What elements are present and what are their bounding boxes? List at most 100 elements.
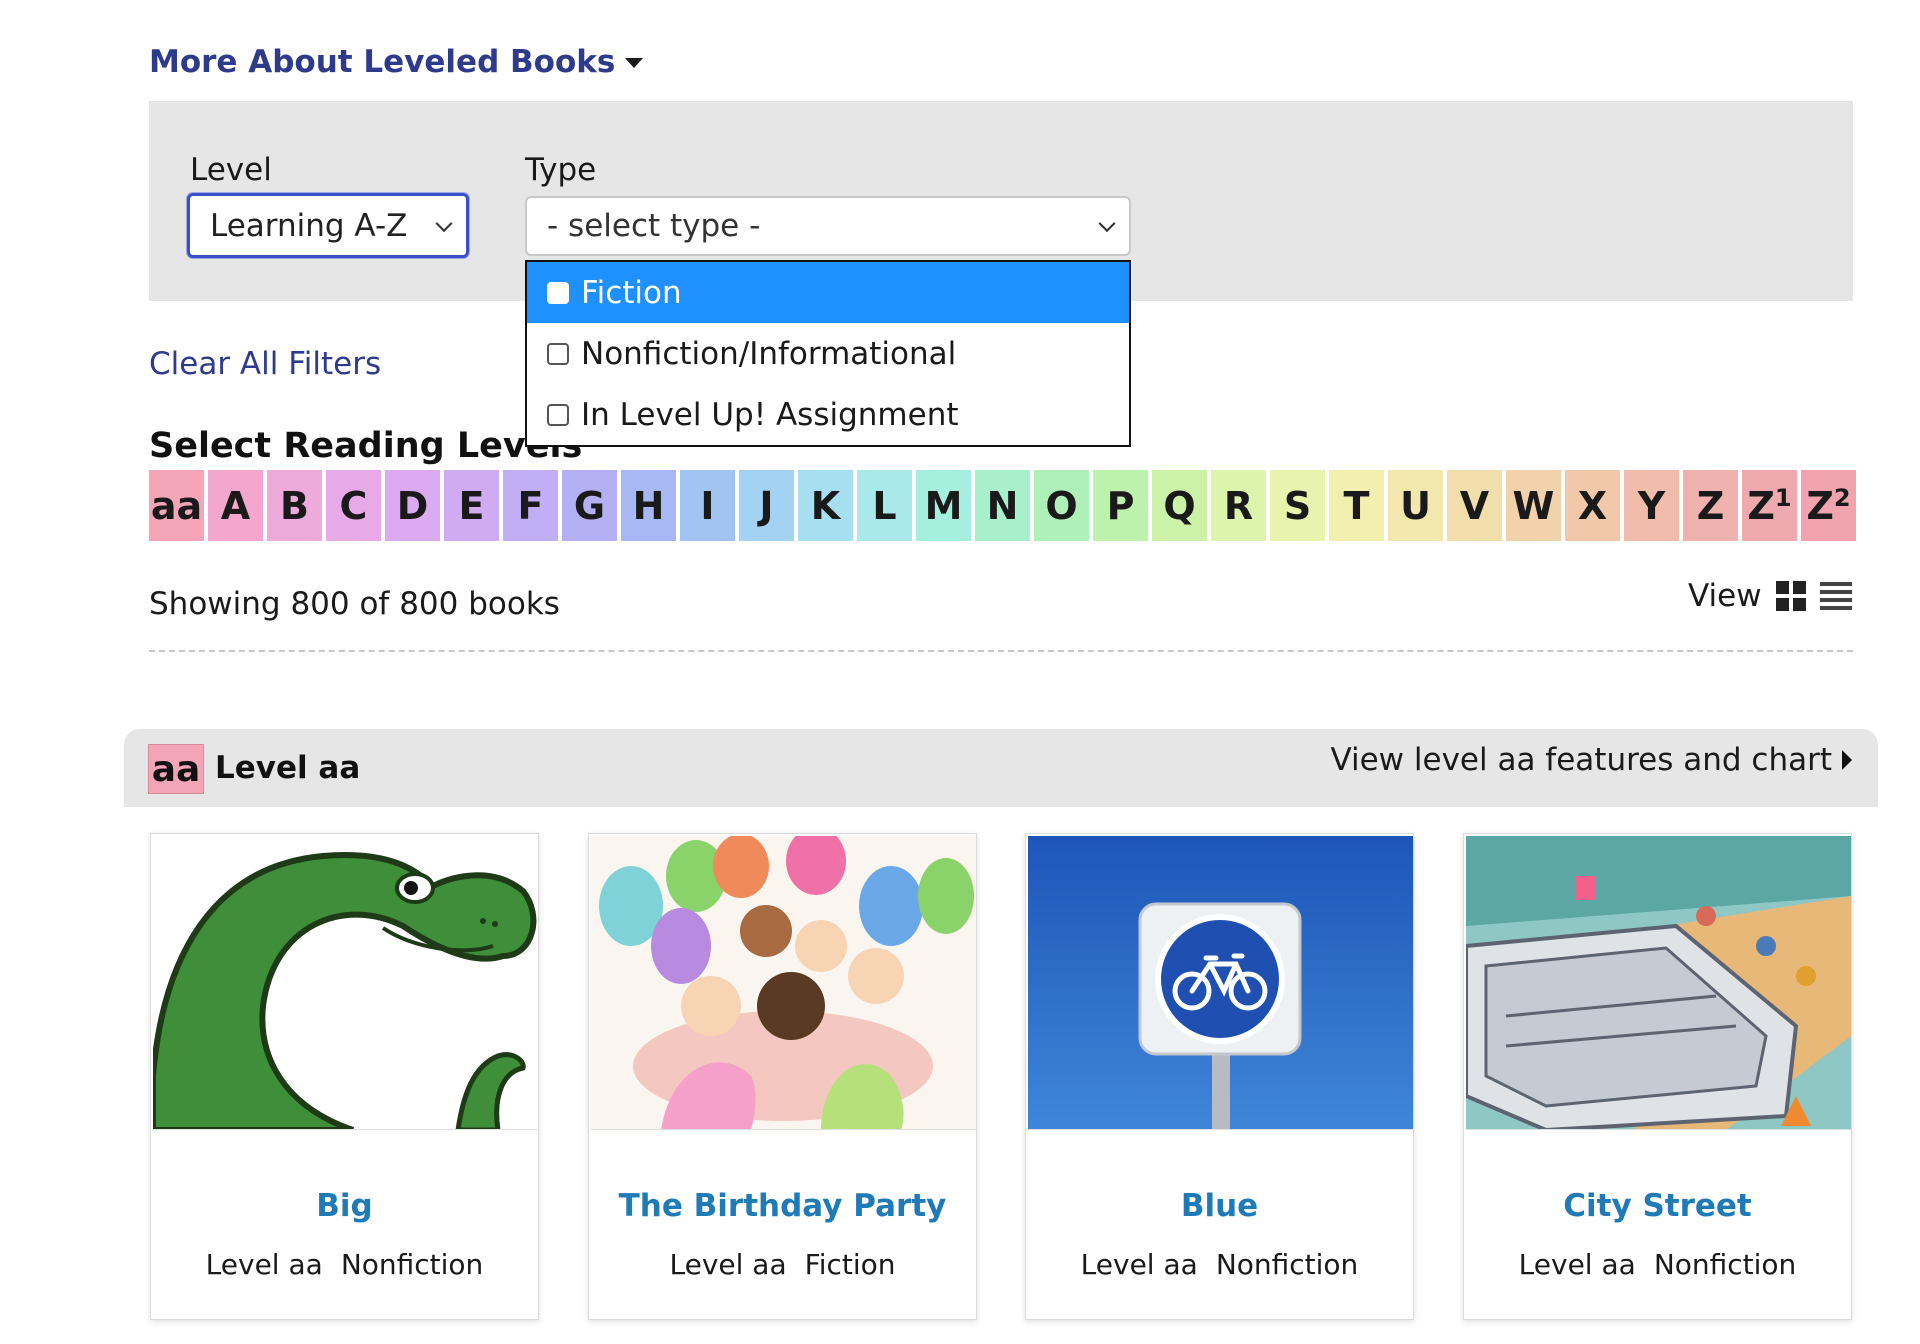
reading-level-r[interactable]: R (1211, 470, 1266, 541)
reading-level-g[interactable]: G (562, 470, 617, 541)
book-title[interactable]: Blue (1026, 1188, 1413, 1224)
reading-level-label: A (220, 483, 251, 528)
reading-level-label: G (573, 483, 606, 528)
book-meta: Level aa Nonfiction (1026, 1248, 1413, 1281)
reading-level-label: T (1343, 483, 1370, 528)
type-option-fiction[interactable]: Fiction (527, 262, 1129, 323)
reading-level-label: M (924, 483, 963, 528)
reading-level-p[interactable]: P (1093, 470, 1148, 541)
reading-level-label: Q (1163, 483, 1196, 528)
book-card[interactable]: The Birthday Party Level aa Fiction (588, 833, 977, 1320)
reading-level-label: O (1045, 483, 1078, 528)
type-option-nonfiction[interactable]: Nonfiction/Informational (527, 323, 1129, 384)
reading-level-label: J (759, 483, 774, 528)
more-about-label: More About Leveled Books (149, 44, 616, 80)
reading-level-m[interactable]: M (916, 470, 971, 541)
chevron-down-icon (435, 214, 453, 232)
reading-level-label: Z (1696, 483, 1725, 528)
divider (149, 650, 1853, 652)
reading-level-label: K (810, 483, 841, 528)
reading-level-z[interactable]: Z (1683, 470, 1738, 541)
reading-level-w[interactable]: W (1506, 470, 1561, 541)
reading-level-j[interactable]: J (739, 470, 794, 541)
book-title[interactable]: City Street (1464, 1188, 1851, 1224)
book-card[interactable]: Blue Level aa Nonfiction (1025, 833, 1414, 1320)
reading-level-d[interactable]: D (385, 470, 440, 541)
reading-level-label: Z (1806, 483, 1834, 528)
reading-level-label: I (700, 483, 715, 528)
reading-level-label: E (458, 483, 485, 528)
reading-level-superscript: 2 (1833, 483, 1851, 512)
reading-level-c[interactable]: C (326, 470, 381, 541)
type-option-label: In Level Up! Assignment (581, 396, 959, 433)
reading-level-label: F (517, 483, 544, 528)
checkbox[interactable] (547, 403, 569, 426)
book-level: Level aa (669, 1248, 787, 1281)
book-type: Fiction (804, 1248, 896, 1281)
type-dropdown-menu: Fiction Nonfiction/Informational In Leve… (525, 260, 1131, 447)
reading-level-label: S (1283, 483, 1312, 528)
reading-level-h[interactable]: H (621, 470, 676, 541)
type-select-value: - select type - (547, 208, 761, 244)
reading-level-i[interactable]: I (680, 470, 735, 541)
reading-level-u[interactable]: U (1388, 470, 1443, 541)
reading-level-x[interactable]: X (1565, 470, 1620, 541)
checkbox[interactable] (547, 281, 569, 304)
checkbox[interactable] (547, 342, 569, 365)
clear-all-filters-link[interactable]: Clear All Filters (149, 346, 381, 382)
type-option-label: Fiction (581, 274, 682, 311)
type-option-level-up[interactable]: In Level Up! Assignment (527, 384, 1129, 445)
book-card[interactable]: Big Level aa Nonfiction (150, 833, 539, 1320)
reading-level-s[interactable]: S (1270, 470, 1325, 541)
reading-level-label: B (280, 483, 309, 528)
view-level-features-label: View level aa features and chart (1330, 742, 1832, 778)
reading-level-label: D (396, 483, 429, 528)
grid-view-icon[interactable] (1775, 581, 1806, 611)
reading-level-l[interactable]: L (857, 470, 912, 541)
book-card[interactable]: City Street Level aa Nonfiction (1463, 833, 1852, 1320)
reading-level-b[interactable]: B (267, 470, 322, 541)
reading-level-label: R (1223, 483, 1254, 528)
reading-level-z2[interactable]: Z2 (1801, 470, 1856, 541)
reading-level-k[interactable]: K (798, 470, 853, 541)
reading-level-selector: aa A B C D E F G H I J K L M N O P Q R S T U V W X Y Z Z 1 Z 2 (149, 470, 1856, 541)
book-title[interactable]: The Birthday Party (589, 1188, 976, 1224)
reading-level-label: Y (1637, 483, 1666, 528)
more-about-leveled-books-toggle[interactable]: More About Leveled Books (149, 44, 644, 80)
reading-level-t[interactable]: T (1329, 470, 1384, 541)
reading-level-a[interactable]: A (208, 470, 263, 541)
reading-level-q[interactable]: Q (1152, 470, 1207, 541)
level-select[interactable]: Learning A-Z (187, 193, 469, 258)
reading-level-label: aa (150, 483, 203, 528)
reading-level-e[interactable]: E (444, 470, 499, 541)
book-type: Nonfiction (340, 1248, 484, 1281)
reading-level-label: X (1577, 483, 1608, 528)
type-select[interactable]: - select type - (525, 196, 1131, 256)
book-meta: Level aa Nonfiction (1464, 1248, 1851, 1281)
reading-level-label: Z (1747, 483, 1775, 528)
reading-level-label: P (1106, 483, 1135, 528)
reading-level-n[interactable]: N (975, 470, 1030, 541)
book-title[interactable]: Big (151, 1188, 538, 1224)
list-view-icon[interactable] (1819, 581, 1852, 611)
select-reading-levels-heading: Select Reading Levels (149, 426, 583, 466)
chevron-down-icon (1098, 215, 1116, 233)
reading-level-aa[interactable]: aa (149, 470, 204, 541)
reading-level-y[interactable]: Y (1624, 470, 1679, 541)
reading-level-v[interactable]: V (1447, 470, 1502, 541)
view-toggle: View (1688, 578, 1852, 614)
level-label: Level (190, 152, 272, 188)
book-cover-image (1466, 836, 1851, 1130)
view-level-features-link[interactable]: View level aa features and chart (1330, 742, 1852, 778)
reading-level-label: U (1400, 483, 1431, 528)
reading-level-o[interactable]: O (1034, 470, 1089, 541)
book-meta: Level aa Nonfiction (151, 1248, 538, 1281)
book-level: Level aa (205, 1248, 323, 1281)
reading-level-f[interactable]: F (503, 470, 558, 541)
book-type: Nonfiction (1653, 1248, 1797, 1281)
book-type: Nonfiction (1215, 1248, 1359, 1281)
reading-level-z1[interactable]: Z1 (1742, 470, 1797, 541)
book-cover-image (1028, 836, 1413, 1130)
caret-down-icon (625, 58, 644, 68)
book-meta: Level aa Fiction (589, 1248, 976, 1281)
